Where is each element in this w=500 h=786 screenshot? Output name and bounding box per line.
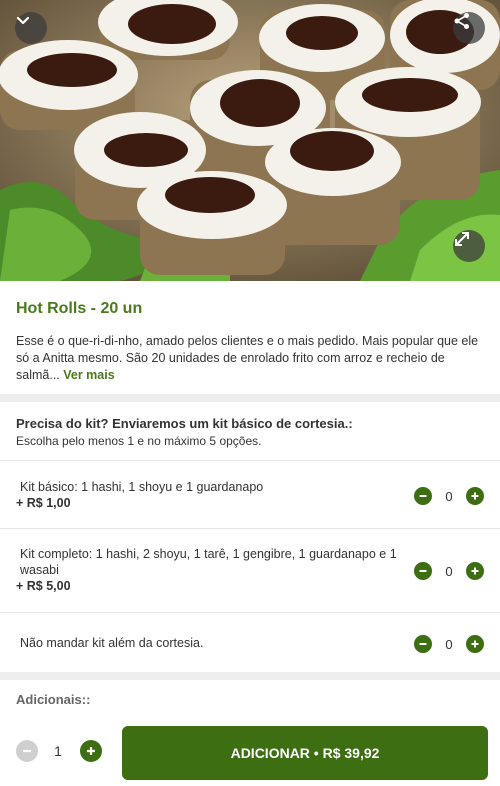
kit-option-none: Não mandar kit além da cortesia. 0 — [0, 613, 500, 672]
quantity-increment-button[interactable] — [80, 740, 102, 762]
quantity-value: 1 — [54, 743, 62, 759]
option-label: Kit básico: 1 hashi, 1 shoyu e 1 guardan… — [20, 480, 264, 494]
quantity-stepper: 0 — [414, 561, 484, 581]
decrement-button[interactable] — [414, 562, 432, 580]
hot-rolls-illustration — [0, 0, 500, 281]
kit-option-basic: Kit básico: 1 hashi, 1 shoyu e 1 guardan… — [0, 462, 500, 529]
see-more-link[interactable]: Ver mais — [63, 368, 114, 382]
option-quantity: 0 — [445, 636, 453, 652]
quantity-stepper: 0 — [414, 634, 484, 654]
product-title: Hot Rolls - 20 un — [16, 300, 143, 317]
product-image — [0, 0, 500, 281]
increment-button[interactable] — [466, 487, 484, 505]
kit-option-complete: Kit completo: 1 hashi, 2 shoyu, 1 tarê, … — [0, 529, 500, 613]
decrement-button[interactable] — [414, 487, 432, 505]
kit-group-header: Precisa do kit? Enviaremos um kit básico… — [0, 402, 500, 461]
section-divider — [0, 394, 500, 402]
product-description: Esse é o que-ri-di-nho, amado pelos clie… — [16, 333, 484, 384]
share-icon[interactable] — [453, 12, 485, 44]
quantity-decrement-button[interactable] — [16, 740, 38, 762]
bottom-action-bar: 1 ADICIONAR • R$ 39,92 — [0, 716, 500, 786]
add-to-cart-button[interactable]: ADICIONAR • R$ 39,92 — [122, 726, 488, 780]
minus-icon — [419, 643, 427, 645]
minus-icon — [419, 570, 427, 572]
increment-button[interactable] — [466, 635, 484, 653]
option-price: + R$ 5,00 — [16, 579, 71, 593]
product-info: Hot Rolls - 20 un Esse é o que-ri-di-nho… — [0, 281, 500, 394]
option-quantity: 0 — [445, 488, 453, 504]
plus-icon — [471, 492, 479, 500]
plus-icon — [87, 747, 95, 755]
plus-icon — [471, 640, 479, 648]
minus-icon — [23, 749, 31, 753]
option-price: + R$ 1,00 — [16, 496, 71, 510]
minus-icon — [419, 495, 427, 497]
section-divider — [0, 672, 500, 680]
addons-group-title: Adicionais:: — [16, 692, 91, 707]
expand-icon[interactable] — [453, 230, 485, 262]
kit-group-title: Precisa do kit? Enviaremos um kit básico… — [16, 416, 353, 431]
option-label: Kit completo: 1 hashi, 2 shoyu, 1 tarê, … — [20, 547, 397, 577]
increment-button[interactable] — [466, 562, 484, 580]
decrement-button[interactable] — [414, 635, 432, 653]
quantity-stepper: 0 — [414, 486, 484, 506]
chevron-down-icon[interactable] — [15, 12, 47, 44]
kit-group-subtitle: Escolha pelo menos 1 e no máximo 5 opçõe… — [16, 434, 262, 448]
plus-icon — [471, 567, 479, 575]
option-label: Não mandar kit além da cortesia. — [20, 636, 204, 650]
option-quantity: 0 — [445, 563, 453, 579]
